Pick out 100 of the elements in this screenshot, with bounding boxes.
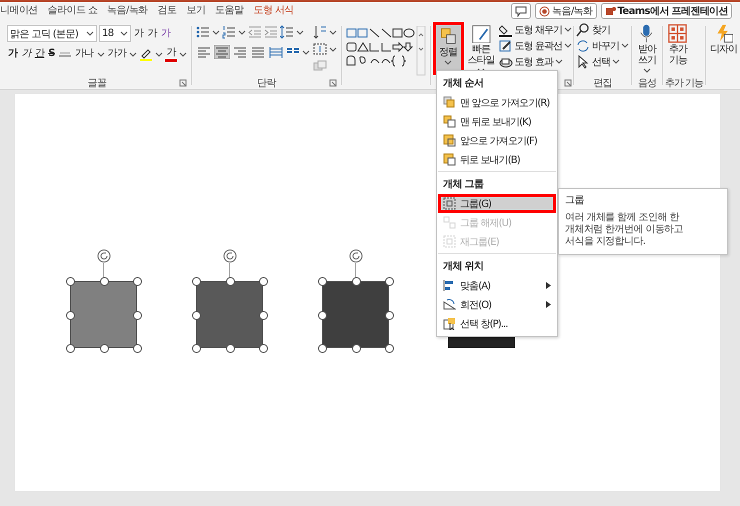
ribbon-tab[interactable]: 슬라이드 쇼 bbox=[42, 2, 102, 20]
highlighter-icon[interactable] bbox=[139, 48, 154, 60]
shape-fill-button[interactable]: 도형 채우기 bbox=[498, 22, 572, 37]
square-shape[interactable] bbox=[322, 281, 389, 348]
underline-button[interactable]: 간 bbox=[34, 46, 46, 62]
present-in-teams-button[interactable]: Teams에서 프레젠테이션 bbox=[600, 3, 732, 19]
menu-item[interactable]: 맨 뒤로 보내기(K) bbox=[438, 112, 556, 131]
teams-icon bbox=[604, 6, 616, 16]
increase-font-size-button[interactable]: 가 bbox=[133, 26, 144, 42]
align-center-icon[interactable] bbox=[214, 45, 230, 59]
smartart-icon bbox=[312, 59, 327, 73]
send-backward-icon bbox=[443, 153, 456, 166]
shape-effects-button[interactable]: 도형 효과 bbox=[498, 54, 572, 69]
dialog-launcher-icon[interactable] bbox=[178, 79, 187, 87]
menu-item[interactable]: 맞춤(A) bbox=[438, 276, 556, 295]
font-size-field[interactable]: 18 bbox=[99, 25, 131, 42]
resize-handle[interactable] bbox=[259, 344, 268, 353]
menu-item[interactable]: 회전(O) bbox=[438, 295, 556, 314]
resize-handle[interactable] bbox=[385, 344, 394, 353]
decrease-indent-icon[interactable] bbox=[248, 25, 262, 39]
group-label: 글꼴 bbox=[88, 76, 106, 89]
ribbon-tab[interactable]: 도형 서식 bbox=[248, 2, 299, 20]
resize-handle[interactable] bbox=[318, 277, 327, 286]
resize-handle[interactable] bbox=[66, 344, 75, 353]
resize-handle[interactable] bbox=[318, 344, 327, 353]
resize-handle[interactable] bbox=[100, 277, 108, 286]
font-color-button[interactable]: 가 bbox=[165, 46, 177, 62]
numbered-list-icon[interactable] bbox=[222, 25, 236, 39]
square-shape[interactable] bbox=[196, 281, 263, 348]
align-text-icon[interactable] bbox=[312, 42, 327, 56]
ribbon-tab[interactable]: 녹음/녹화 bbox=[102, 2, 153, 20]
resize-handle[interactable] bbox=[259, 277, 268, 286]
caret-icon bbox=[564, 42, 572, 49]
resize-handle[interactable] bbox=[192, 277, 201, 286]
bullet-list-icon[interactable] bbox=[196, 25, 210, 39]
decrease-font-size-button[interactable]: 가 bbox=[146, 26, 158, 42]
rotate-handle-icon[interactable] bbox=[349, 249, 363, 263]
dictate-button[interactable]: 받아 쓰기 bbox=[634, 22, 660, 75]
font-name-field[interactable]: 맑은 고딕 (본문) bbox=[7, 25, 97, 42]
ribbon-tab[interactable]: 검토 bbox=[152, 2, 182, 20]
caret-icon bbox=[96, 50, 105, 58]
distributed-icon[interactable] bbox=[268, 45, 284, 59]
bold-button[interactable]: 가 bbox=[7, 46, 18, 62]
text-direction-icon[interactable] bbox=[312, 25, 327, 39]
quick-styles-icon bbox=[470, 24, 492, 43]
menu-item[interactable]: 선택 창(P)... bbox=[438, 314, 556, 333]
menu-item[interactable]: 뒤로 보내기(B) bbox=[438, 150, 556, 169]
strikethrough-button[interactable]: S bbox=[47, 46, 56, 62]
microphone-icon bbox=[640, 24, 654, 43]
caret-icon bbox=[296, 28, 304, 36]
resize-handle[interactable] bbox=[192, 310, 201, 320]
resize-handle[interactable] bbox=[352, 277, 360, 286]
caret-icon bbox=[620, 42, 629, 49]
arrange-button[interactable]: 정렬 bbox=[432, 22, 464, 75]
resize-handle[interactable] bbox=[133, 277, 142, 286]
ribbon-tab[interactable]: 도움말 bbox=[210, 2, 248, 20]
resize-handle[interactable] bbox=[133, 344, 142, 353]
menu-section-header: 개체 위치 bbox=[442, 260, 484, 274]
quick-styles-button[interactable]: 빠른 스타일 bbox=[466, 22, 497, 75]
replace-button[interactable]: 바꾸기 bbox=[576, 38, 629, 53]
character-spacing-button[interactable]: 가나 bbox=[74, 46, 95, 62]
designer-button[interactable]: 디자이 bbox=[708, 22, 739, 75]
caret-icon bbox=[444, 59, 452, 66]
rotate-handle-icon[interactable] bbox=[97, 249, 111, 263]
rotate-handle-icon[interactable] bbox=[223, 249, 237, 263]
resize-handle[interactable] bbox=[66, 277, 75, 286]
clear-formatting-button[interactable]: 가 bbox=[160, 26, 172, 42]
caret-icon bbox=[86, 30, 94, 37]
caret-icon bbox=[564, 26, 572, 33]
comments-button[interactable] bbox=[511, 3, 532, 19]
ribbon-tab[interactable]: 보기 bbox=[181, 2, 210, 20]
menu-item[interactable]: 맨 앞으로 가져오기(R) bbox=[438, 93, 556, 112]
resize-handle[interactable] bbox=[192, 344, 201, 353]
resize-handle[interactable] bbox=[66, 310, 75, 320]
pen-icon bbox=[498, 38, 513, 52]
resize-handle[interactable] bbox=[318, 310, 327, 320]
align-icon bbox=[443, 279, 456, 292]
ungroup-icon bbox=[443, 216, 456, 229]
shape-outline-button[interactable]: 도형 윤곽선 bbox=[498, 38, 572, 53]
resize-handle[interactable] bbox=[226, 277, 234, 286]
align-right-icon[interactable] bbox=[232, 45, 248, 59]
select-button[interactable]: 선택 bbox=[576, 54, 629, 69]
record-button[interactable]: 녹음/녹화 bbox=[535, 3, 597, 19]
dialog-launcher-icon[interactable] bbox=[564, 79, 572, 87]
regroup-icon bbox=[443, 235, 456, 248]
change-case-button[interactable]: 가가 bbox=[106, 46, 128, 62]
square-shape[interactable] bbox=[70, 281, 137, 348]
resize-handle[interactable] bbox=[385, 277, 394, 286]
dialog-launcher-icon[interactable] bbox=[328, 79, 337, 87]
align-left-icon[interactable] bbox=[196, 45, 212, 59]
ribbon-tab[interactable]: 니메이션 bbox=[0, 2, 43, 20]
line-spacing-icon[interactable] bbox=[280, 25, 294, 39]
find-button[interactable]: 찾기 bbox=[576, 22, 629, 37]
italic-button[interactable]: 가 bbox=[20, 46, 32, 62]
add-ins-button[interactable]: 추가 기능 bbox=[664, 22, 691, 75]
group-icon bbox=[443, 197, 456, 210]
caret-icon bbox=[129, 50, 138, 58]
menu-item[interactable]: 앞으로 가져오기(F) bbox=[438, 131, 556, 150]
justify-icon[interactable] bbox=[250, 45, 266, 59]
menu-item[interactable]: 그룹(G) bbox=[438, 194, 556, 213]
